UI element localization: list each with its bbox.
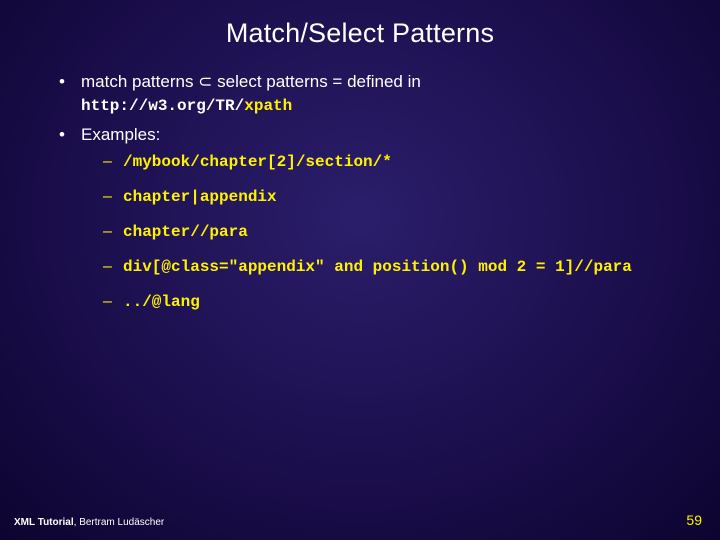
footer-left: XML Tutorial, Bertram Ludäscher (14, 517, 164, 528)
example-item: chapter|appendix (103, 187, 670, 208)
match-text-pre: match patterns (81, 72, 198, 91)
example-item: div[@class="appendix" and position() mod… (103, 257, 670, 278)
url-tail: xpath (244, 97, 292, 115)
bullet-match: match patterns ⊂ select patterns = defin… (55, 71, 670, 118)
subset-symbol: ⊂ (198, 72, 212, 91)
bullet-examples: Examples: /mybook/chapter[2]/section/* c… (55, 124, 670, 313)
match-text-post: select patterns = defined in (212, 72, 420, 91)
footer-page-number: 59 (686, 512, 702, 528)
footer-author: , Bertram Ludäscher (74, 517, 165, 528)
slide-title: Match/Select Patterns (0, 0, 720, 49)
examples-list: /mybook/chapter[2]/section/* chapter|app… (103, 152, 670, 312)
examples-label: Examples: (81, 125, 160, 144)
example-item: /mybook/chapter[2]/section/* (103, 152, 670, 173)
slide-content: match patterns ⊂ select patterns = defin… (0, 49, 720, 312)
url-line: http://w3.org/TR/xpath (81, 96, 670, 118)
example-item: chapter//para (103, 222, 670, 243)
url-base: http://w3.org/TR/ (81, 97, 244, 115)
example-item: ../@lang (103, 292, 670, 313)
bullet-list: match patterns ⊂ select patterns = defin… (55, 71, 670, 312)
footer-tutorial: XML Tutorial (14, 517, 74, 528)
